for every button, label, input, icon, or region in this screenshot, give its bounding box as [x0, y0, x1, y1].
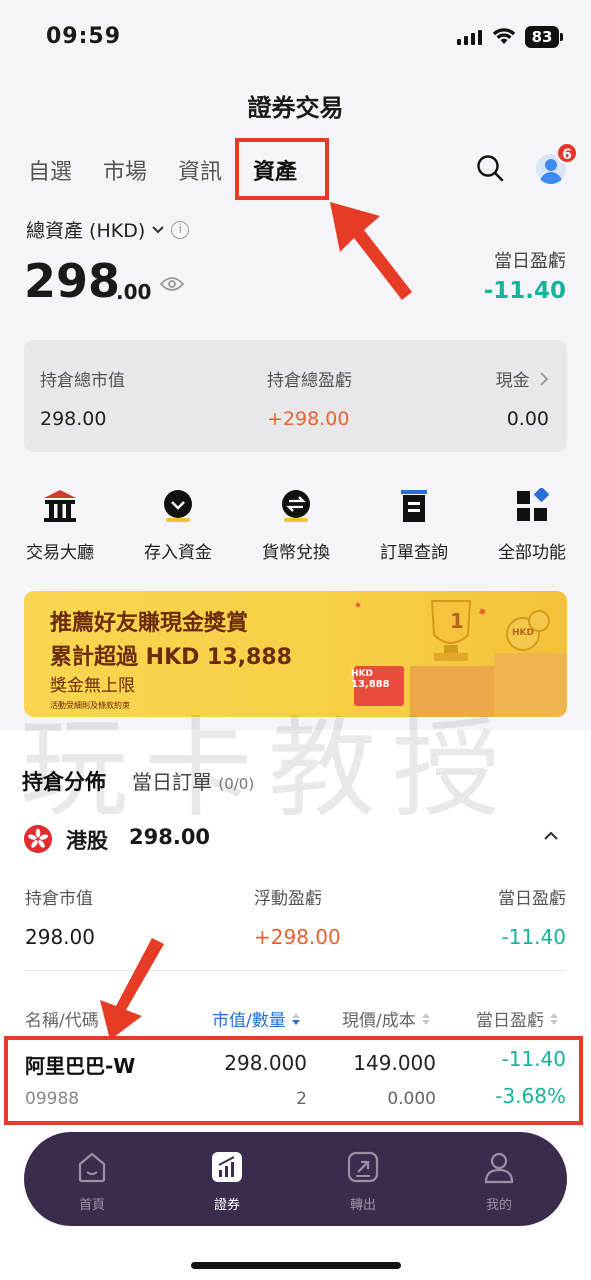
- tab-market[interactable]: 市場: [103, 154, 147, 186]
- hk-floating-pl: 浮動盈虧 +298.00: [254, 889, 341, 949]
- fn-currency-exchange[interactable]: 貨幣兌換: [236, 488, 356, 563]
- col-header-daily-pl[interactable]: 當日盈虧: [476, 1006, 558, 1031]
- annotation-arrow-up: [330, 202, 412, 300]
- hong-kong-flag-icon: [24, 825, 52, 853]
- col-header-price-cost[interactable]: 現價/成本: [342, 1006, 430, 1031]
- stock-price: 149.000: [353, 1051, 436, 1075]
- total-assets-decimal: .00: [116, 280, 152, 304]
- grid-icon: [517, 486, 550, 521]
- promo-card-currency: HKD: [351, 669, 373, 679]
- status-time: 09:59: [46, 24, 122, 49]
- exchange-icon: [282, 490, 310, 522]
- tab-today-orders[interactable]: 當日訂單 (0/0): [132, 766, 254, 795]
- summary-market-value: 持倉總市值 298.00: [40, 371, 125, 430]
- chevron-down-icon[interactable]: [151, 225, 165, 235]
- banner-title: 推薦好友賺現金獎賞: [50, 611, 249, 636]
- tabbar-securities[interactable]: 證券: [187, 1150, 267, 1213]
- chevron-right-icon: [540, 372, 549, 386]
- sort-icon: [291, 1012, 300, 1025]
- banner-subtitle: 累計超過 HKD 13,888: [50, 645, 292, 670]
- tabbar-profile[interactable]: 我的: [459, 1150, 539, 1213]
- notification-badge: 6: [556, 142, 578, 164]
- search-icon[interactable]: [476, 154, 504, 182]
- stock-daily-pl-pct: -3.68%: [495, 1084, 566, 1108]
- col-header-value-qty[interactable]: 市值/數量: [212, 1006, 300, 1031]
- watermark: 玩卡教授: [20, 707, 517, 832]
- stock-cost: 0.000: [387, 1089, 436, 1109]
- stock-quantity: 2: [296, 1089, 307, 1109]
- fn-trading-hall[interactable]: 交易大廳: [0, 488, 120, 563]
- fn-deposit[interactable]: 存入資金: [118, 488, 238, 563]
- stock-daily-pl: -11.40: [501, 1047, 566, 1071]
- tab-watchlist[interactable]: 自選: [28, 154, 72, 186]
- sort-icon: [421, 1012, 430, 1025]
- summary-cash[interactable]: 現金 0.00: [496, 366, 549, 430]
- fn-order-query[interactable]: 訂單查詢: [354, 488, 474, 563]
- chevron-up-icon[interactable]: [543, 828, 559, 844]
- summary-card: 持倉總市值 298.00 持倉總盈虧 +298.00 現金 0.00: [24, 340, 567, 452]
- coin-label: HKD: [512, 628, 534, 638]
- transfer-out-icon: [347, 1151, 379, 1183]
- tabbar-transfer-out[interactable]: 轉出: [323, 1150, 403, 1213]
- profile-icon: [484, 1152, 514, 1184]
- stock-name: 阿里巴巴-W: [25, 1054, 136, 1078]
- securities-icon: [212, 1152, 242, 1182]
- cellular-signal-icon: [457, 30, 482, 45]
- tab-positions[interactable]: 持倉分佈: [22, 766, 106, 796]
- total-assets-label-text: 總資產 (HKD): [26, 220, 146, 242]
- summary-total-pl: 持倉總盈虧 +298.00: [267, 371, 352, 430]
- hk-market-title: 港股: [66, 829, 108, 853]
- holdings-tabs: 持倉分佈 當日訂單 (0/0): [22, 766, 254, 796]
- info-icon[interactable]: i: [171, 220, 190, 239]
- battery-icon: 83: [525, 26, 563, 48]
- orders-icon: [401, 490, 427, 522]
- bank-icon: [44, 490, 76, 522]
- total-assets-label[interactable]: 總資產 (HKD) i: [26, 216, 190, 243]
- hk-daily-pl: 當日盈虧 -11.40: [498, 889, 566, 949]
- hk-market-header[interactable]: 港股 298.00: [24, 824, 567, 854]
- stock-market-value: 298.000: [224, 1051, 307, 1075]
- tabbar-home[interactable]: 首頁: [52, 1150, 132, 1213]
- trophy-number: 1: [450, 609, 464, 633]
- deposit-icon: [164, 490, 192, 522]
- annotation-arrow-down: [100, 938, 164, 1040]
- daily-pl-label: 當日盈虧: [494, 251, 566, 272]
- tab-news[interactable]: 資訊: [178, 154, 222, 186]
- assets-tab-highlight: [235, 138, 329, 200]
- home-indicator: [191, 1262, 401, 1269]
- page-title: 證券交易: [247, 94, 344, 122]
- sort-icon: [550, 1012, 558, 1025]
- hk-market-value: 298.00: [129, 825, 211, 849]
- daily-pl-value: -11.40: [483, 278, 566, 304]
- eye-icon[interactable]: [160, 276, 184, 292]
- fn-all-functions[interactable]: 全部功能: [472, 486, 591, 563]
- wifi-icon: [492, 28, 516, 44]
- home-icon: [78, 1152, 106, 1183]
- total-assets-integer: 298: [24, 254, 121, 308]
- stock-code: 09988: [25, 1089, 80, 1109]
- bottom-tab-bar: 首頁 證券 轉出 我的: [24, 1132, 567, 1226]
